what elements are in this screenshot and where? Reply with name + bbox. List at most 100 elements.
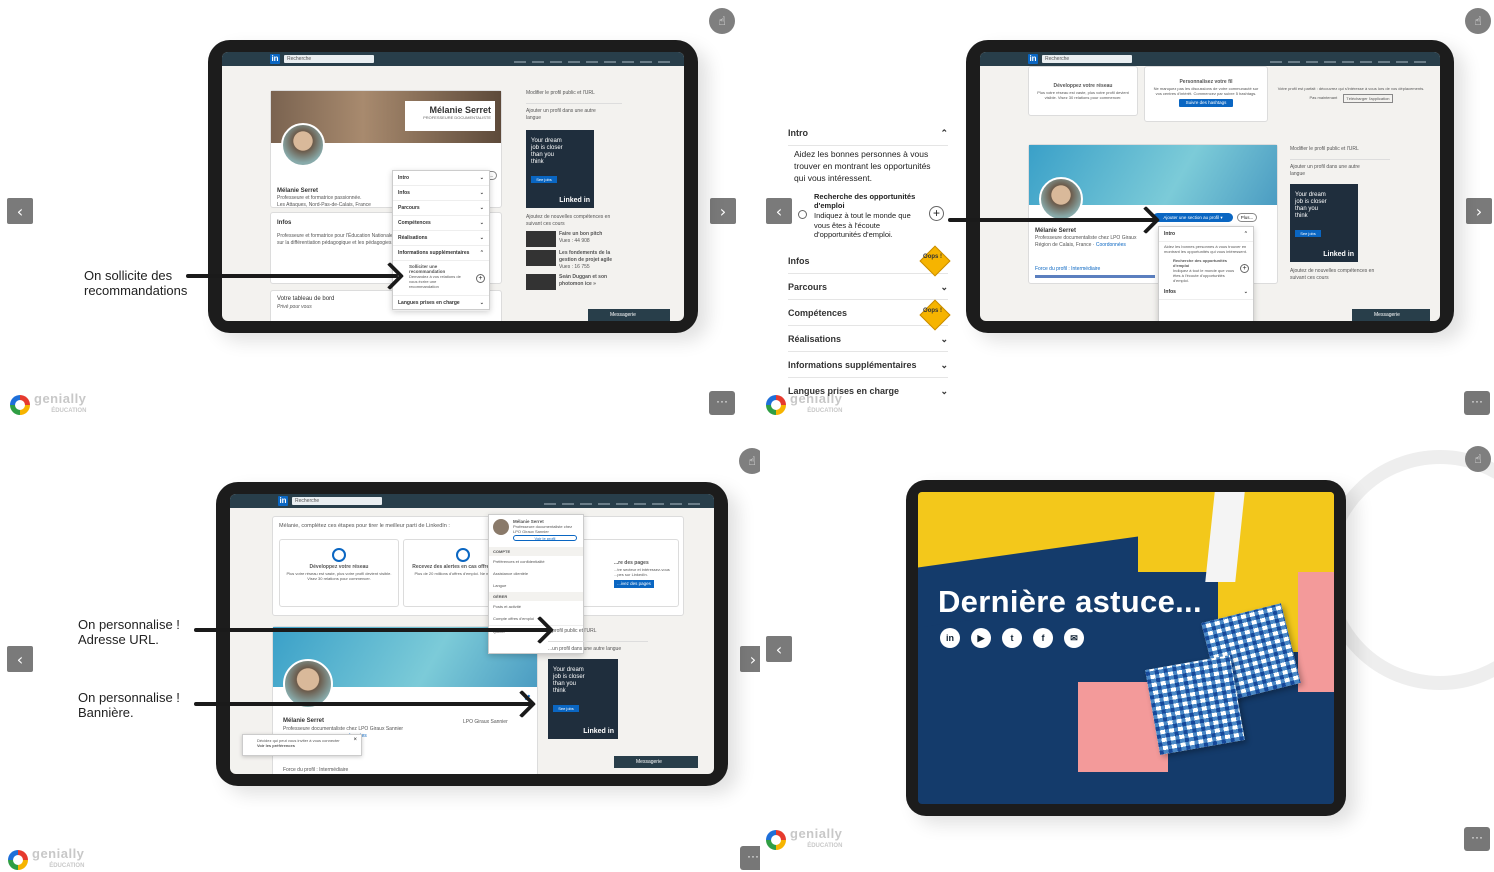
- follow-pages-button[interactable]: ...ivez des pages: [614, 580, 654, 588]
- prev-slide-button[interactable]: ‹: [7, 646, 33, 672]
- more-options-button[interactable]: ···: [709, 391, 735, 415]
- more-button[interactable]: Plus...: [1237, 213, 1257, 222]
- dropdown-item-intro[interactable]: Intro ⌃: [1159, 227, 1253, 242]
- dropdown-item-infos-sup[interactable]: Informations supplémentaires ⌃: [393, 246, 489, 261]
- menu-profile: Mélanie Serret Professeure documentalist…: [489, 515, 583, 547]
- dropdown-item-infos[interactable]: Infos ⌄: [393, 186, 489, 201]
- brand-sub: ÉDUCATION: [49, 863, 85, 869]
- section-realisations[interactable]: Réalisations ⌄: [788, 326, 948, 352]
- tablet-frame: in Recherche Mélanie Serret PROFESSEURE …: [208, 40, 698, 333]
- public-profile-link[interactable]: ...profil public et l'URL: [548, 626, 648, 642]
- menu-item[interactable]: Langue: [489, 580, 583, 592]
- touch-hint-icon[interactable]: ☝: [709, 8, 735, 34]
- messaging-bar[interactable]: Messagerie: [1352, 309, 1430, 321]
- add-job-search-icon[interactable]: +: [929, 206, 944, 221]
- invite-toast[interactable]: Décidez qui peut vous inviter à vous con…: [242, 734, 362, 756]
- dropdown-item-realisations[interactable]: Réalisations ⌄: [393, 231, 489, 246]
- banner-subtitle: PROFESSEURE DOCUMENTALISTE: [423, 115, 491, 120]
- section-langues[interactable]: Langues prises en charge ⌄: [788, 378, 948, 404]
- slide-last-tip: ☝ ‹ ··· genially ÉDUCATION Dernière astuc…: [760, 440, 1494, 872]
- dropdown-item-langues[interactable]: Langues prises en charge ⌄: [393, 296, 489, 311]
- messaging-bar[interactable]: Messagerie: [588, 309, 670, 321]
- linkedin-ad[interactable]: Your dream job is closer than you think …: [1290, 184, 1358, 262]
- menu-item[interactable]: Posts et activité: [489, 601, 583, 613]
- other-language-link[interactable]: Ajouter un profil dans une autre langue: [1290, 160, 1370, 182]
- linkedin-ad[interactable]: Your dream job is closer than you think …: [526, 130, 594, 208]
- facebook-icon[interactable]: f: [1033, 628, 1053, 648]
- prev-slide-button[interactable]: ‹: [766, 198, 792, 224]
- touch-hint-icon[interactable]: ☝: [1465, 8, 1491, 34]
- genially-g-icon: [8, 850, 28, 870]
- dropdown-item-competences[interactable]: Compétences ⌄: [393, 216, 489, 231]
- close-icon[interactable]: ×: [353, 737, 357, 743]
- other-language-link[interactable]: ...un profil dans une autre langue: [548, 642, 628, 657]
- ad-brand: Linked in: [559, 197, 590, 204]
- brand-sub: ÉDUCATION: [807, 408, 843, 414]
- menu-item[interactable]: Préférences et confidentialité: [489, 556, 583, 568]
- section-parcours[interactable]: Parcours ⌄: [788, 274, 948, 300]
- dropdown-job-search[interactable]: Recherche des opportunités d'emploi Indi…: [1159, 256, 1253, 285]
- linkedin-ad[interactable]: Your dream job is closer than you think …: [548, 659, 618, 739]
- dropdown-item-infos[interactable]: Infos ⌄: [1159, 285, 1253, 300]
- contact-link[interactable]: Coordonnées: [1096, 242, 1126, 248]
- menu-item[interactable]: Assistance clientèle: [489, 568, 583, 580]
- linkedin-logo[interactable]: in: [278, 496, 288, 506]
- qr-code[interactable]: [1145, 655, 1245, 755]
- slide-intro-section: ☝ ‹ › ··· genially ÉDUCATION Intro ⌃ Aidez…: [760, 0, 1494, 425]
- search-input[interactable]: Recherche: [292, 497, 382, 505]
- dropdown-item-parcours[interactable]: Parcours ⌄: [393, 201, 489, 216]
- profile-location: Les Attaques, Nord-Pas-de-Calais, France: [277, 202, 371, 208]
- search-input[interactable]: Recherche: [284, 55, 374, 63]
- add-reco-icon[interactable]: +: [476, 274, 485, 283]
- add-section-button[interactable]: Ajouter une section au profil ▾: [1153, 213, 1233, 222]
- linkedin-nav: [514, 54, 670, 63]
- intro-header[interactable]: Intro ⌃: [788, 120, 948, 146]
- youtube-icon[interactable]: ▶: [971, 628, 991, 648]
- linkedin-logo[interactable]: in: [1028, 54, 1038, 64]
- network-title: Développez votre réseau: [309, 564, 369, 570]
- next-slide-button[interactable]: ›: [1466, 198, 1492, 224]
- view-profile-button[interactable]: Voir le profil: [513, 535, 577, 541]
- follow-hashtags-button[interactable]: Suivre des hashtags: [1179, 99, 1233, 107]
- genially-g-icon: [10, 395, 30, 415]
- reco-desc: Demandez à vos relations de vous écrire …: [409, 274, 461, 289]
- linkedin-icon[interactable]: in: [940, 628, 960, 648]
- add-job-search-icon[interactable]: +: [1240, 264, 1249, 273]
- reco-item[interactable]: Solliciter une recommandation Demandez à…: [393, 261, 489, 296]
- avatar: [281, 123, 325, 167]
- section-infos-sup[interactable]: Informations supplémentaires ⌄: [788, 352, 948, 378]
- app-later-link[interactable]: Pas maintenant: [1309, 94, 1337, 103]
- more-options-button[interactable]: ···: [1464, 391, 1490, 415]
- messaging-bar[interactable]: Messagerie: [614, 756, 698, 768]
- prev-slide-button[interactable]: ‹: [7, 198, 33, 224]
- other-language-link[interactable]: Ajouter un profil dans une autre langue: [526, 104, 606, 126]
- add-section-dropdown: Intro ⌄ Infos ⌄ Parcours ⌄ Compétences ⌄ Réa…: [392, 170, 490, 311]
- touch-hint-icon[interactable]: ☝: [1465, 446, 1491, 472]
- ad-cta[interactable]: See jobs: [1295, 230, 1321, 237]
- more-options-button[interactable]: ···: [1464, 827, 1490, 851]
- ad-cta[interactable]: See jobs: [531, 176, 557, 183]
- toast-link[interactable]: Voir les préférences: [257, 743, 353, 748]
- reco-title: Solliciter une recommandation: [409, 264, 446, 274]
- next-slide-button[interactable]: ›: [710, 198, 736, 224]
- dropdown-item-intro[interactable]: Intro ⌄: [393, 171, 489, 186]
- job-search-desc: Indiquez à tout le monde que vous êtes à…: [814, 211, 911, 239]
- feed-card: Personnalisez votre fil Ne manquez pas l…: [1144, 66, 1268, 122]
- search-input[interactable]: Recherche: [1042, 55, 1132, 63]
- prev-slide-button[interactable]: ‹: [766, 636, 792, 662]
- ad-cta[interactable]: See jobs: [553, 705, 579, 712]
- brand-name: genially: [34, 391, 87, 406]
- job-search-item[interactable]: Recherche des opportunités d'emploi Indi…: [794, 190, 946, 240]
- twitter-icon[interactable]: t: [1002, 628, 1022, 648]
- public-profile-link[interactable]: Modifier le profil public et l'URL: [1290, 144, 1390, 160]
- mail-icon[interactable]: ✉: [1064, 628, 1084, 648]
- linkedin-nav: [1270, 54, 1426, 63]
- download-app-button[interactable]: Télécharger l'application: [1343, 94, 1393, 103]
- chevron-up-icon: ⌃: [940, 128, 948, 138]
- course-item[interactable]: Faire un bon pitch Vues : 44 908: [526, 231, 622, 247]
- course-item[interactable]: Seán Duggan et son photomon ice »: [526, 274, 622, 290]
- linkedin-logo[interactable]: in: [270, 54, 280, 64]
- genially-g-icon: [766, 830, 786, 850]
- public-profile-link[interactable]: Modifier le profil public et l'URL: [526, 88, 622, 104]
- course-item[interactable]: Les fondements de la gestion de projet a…: [526, 250, 622, 271]
